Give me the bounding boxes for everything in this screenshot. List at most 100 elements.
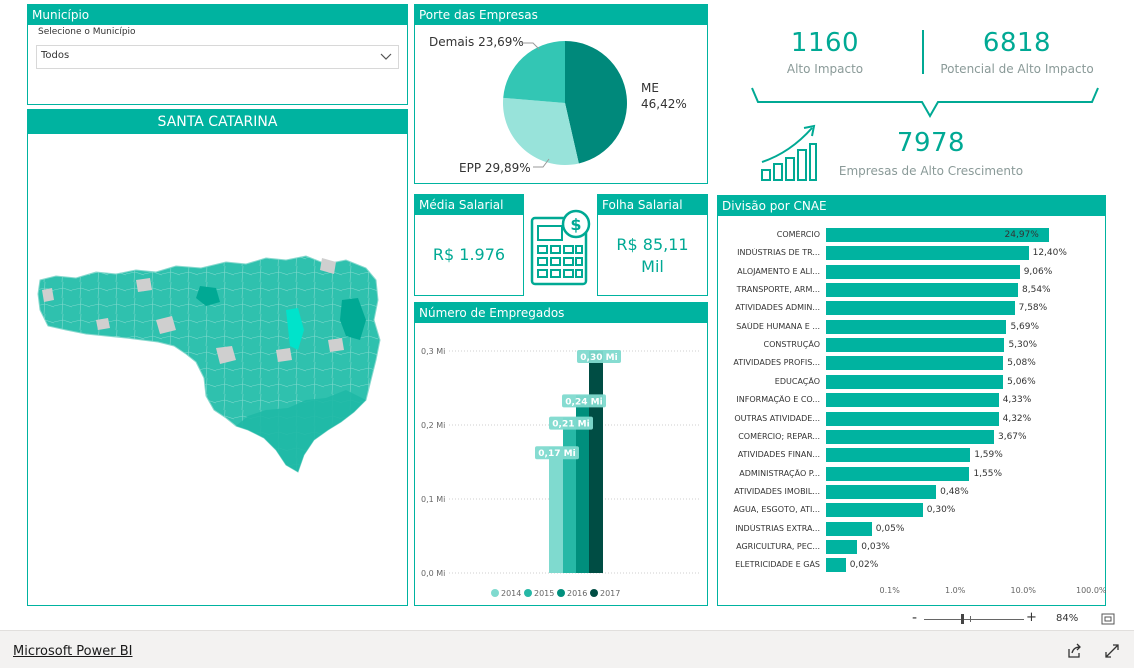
cnae-category-label: ÁGUA, ESGOTO, ATI... <box>733 505 820 515</box>
cnae-bar[interactable] <box>826 301 1015 316</box>
cnae-category-label: INDÚSTRIAS DE TR... <box>737 248 820 258</box>
legend-marker-2015 <box>524 589 532 597</box>
cnae-category-label: EDUCAÇÃO <box>774 376 820 386</box>
calculator-icon: $ <box>530 209 591 286</box>
cnae-category-label: OUTRAS ATIVIDADE... <box>734 413 820 423</box>
cnae-value-label: 0,48% <box>940 486 969 497</box>
cnae-bar[interactable] <box>826 319 1007 334</box>
cnae-bar[interactable] <box>826 484 937 499</box>
cnae-value-label: 0,30% <box>926 505 956 516</box>
cnae-category-label: AGRICULTURA, PEC... <box>736 541 820 551</box>
cnae-bar[interactable] <box>826 539 858 554</box>
cnae-bar[interactable] <box>826 338 1005 353</box>
cnae-xtick: 100.0% <box>1076 586 1107 595</box>
porte-pie-chart[interactable] <box>495 33 635 173</box>
pie-label-demais: Demais 23,69% <box>429 35 524 49</box>
cnae-value-label: 0,02% <box>849 560 879 571</box>
empregados-ytick: 0,2 Mi <box>421 421 445 430</box>
cnae-category-label: ATIVIDADES PROFIS... <box>733 358 820 368</box>
cnae-value-label: 5,30% <box>1008 340 1038 351</box>
cnae-xtick: 10.0% <box>1010 586 1036 595</box>
cnae-bar[interactable] <box>826 429 994 444</box>
cnae-panel: Divisão por CNAE COMÉRCIO 24,97% INDÚSTRIA… <box>717 195 1107 606</box>
cnae-category-label: ALOJAMENTO E ALI... <box>737 266 820 276</box>
zoom-slider-thumb[interactable] <box>961 614 964 624</box>
cnae-value-label: 5,06% <box>1007 376 1036 387</box>
cnae-category-label: ATIVIDADES IMOBIL... <box>734 486 820 496</box>
santa-catarina-map[interactable] <box>36 250 396 490</box>
cnae-bar[interactable] <box>826 503 923 518</box>
municipio-dropdown[interactable]: Todos <box>36 45 399 69</box>
zoom-level: 84% <box>1056 613 1079 624</box>
cnae-value-label: 8,54% <box>1022 285 1051 296</box>
chevron-down-icon <box>380 53 392 60</box>
cnae-value-label: 12,40% <box>1032 248 1067 259</box>
cnae-bar[interactable] <box>826 448 971 463</box>
cnae-category-label: ATIVIDADES FINAN... <box>737 450 820 460</box>
empregados-title: Número de Empregados <box>415 303 707 323</box>
empregados-bar-2015[interactable] <box>563 417 577 573</box>
cnae-value-label: 4,32% <box>1002 413 1032 424</box>
zoom-slider-tick <box>970 616 971 622</box>
kpi-potencial: 6818 Potencial de Alto Impacto <box>934 28 1100 76</box>
media-salarial-panel: Média Salarial R$ 1.976 <box>414 194 524 296</box>
cnae-bar[interactable] <box>826 264 1020 279</box>
cnae-xtick: 0.1% <box>879 586 900 595</box>
crescimento-value: 7978 <box>896 128 966 158</box>
svg-text:0,30 Mi: 0,30 Mi <box>580 353 617 363</box>
cnae-value-label: 0,05% <box>875 523 905 534</box>
cnae-category-label: ELETRICIDADE E GÁS <box>735 560 820 570</box>
cnae-bar[interactable] <box>826 411 999 426</box>
cnae-category-label: SAÚDE HUMANA E ... <box>736 321 820 331</box>
zoom-out-button[interactable]: - <box>912 610 917 626</box>
pie-label-epp: EPP 29,89% <box>459 161 531 175</box>
legend-label-2014[interactable]: 2014 <box>501 589 521 598</box>
legend-marker-2017 <box>590 589 598 597</box>
empregados-chart[interactable]: 0,3 Mi 0,2 Mi 0,1 Mi 0,0 Mi 0,17 Mi 0,21 Mi 0,… <box>415 325 707 605</box>
cnae-category-label: COMÉRCIO <box>776 230 820 239</box>
cnae-bar[interactable] <box>826 393 999 408</box>
potencial-label: Potencial de Alto Impacto <box>940 62 1094 76</box>
cnae-xtick: 1.0% <box>945 586 966 595</box>
pie-label-me-2: 46,42% <box>641 97 687 111</box>
legend-label-2016[interactable]: 2016 <box>567 589 587 598</box>
cnae-value-label: 3,67% <box>997 431 1027 442</box>
cnae-bar[interactable] <box>826 283 1018 298</box>
cnae-bar[interactable] <box>826 558 846 573</box>
cnae-category-label: INDÚSTRIAS EXTRA... <box>735 523 820 533</box>
municipio-title: Município <box>28 5 407 25</box>
zoom-in-button[interactable]: + <box>1026 610 1037 625</box>
cnae-bar[interactable] <box>826 246 1029 261</box>
fullscreen-icon[interactable] <box>1104 643 1120 659</box>
empregados-ytick: 0,3 Mi <box>421 347 445 356</box>
cnae-bar[interactable] <box>826 521 872 536</box>
legend-label-2017[interactable]: 2017 <box>600 589 620 598</box>
pie-label-me-1: ME <box>641 81 659 95</box>
legend-label-2015[interactable]: 2015 <box>534 589 554 598</box>
folha-salarial-value-1: R$ 85,11 <box>616 235 689 254</box>
powerbi-brand-link[interactable]: Microsoft Power BI <box>13 644 132 659</box>
cnae-bar[interactable] <box>826 374 1004 389</box>
map-panel: SANTA CATARINA <box>27 109 408 606</box>
svg-text:0,24 Mi: 0,24 Mi <box>565 397 602 407</box>
share-icon[interactable] <box>1066 643 1082 659</box>
cnae-bar[interactable] <box>826 356 1004 371</box>
fit-to-page-icon[interactable] <box>1101 613 1115 625</box>
cnae-bar[interactable] <box>826 466 970 481</box>
potencial-value: 6818 <box>982 28 1052 58</box>
empregados-data-label: 0,17 Mi <box>535 446 579 460</box>
municipio-selected: Todos <box>41 50 70 61</box>
municipio-panel: Município Selecione o Município Todos <box>27 4 408 105</box>
alto-impacto-label: Alto Impacto <box>786 62 864 76</box>
cnae-category-label: TRANSPORTE, ARM... <box>736 285 820 295</box>
legend-marker-2014 <box>491 589 499 597</box>
cnae-value-label: 0,03% <box>861 541 890 552</box>
cnae-value-label: 4,33% <box>1002 395 1032 406</box>
empregados-bar-2014[interactable] <box>549 447 563 573</box>
cnae-chart[interactable]: COMÉRCIO 24,97% INDÚSTRIAS DE TR... 12,40% A… <box>732 228 1107 598</box>
empregados-bar-2017[interactable] <box>589 351 603 573</box>
folha-salarial-value-2: Mil <box>641 257 664 276</box>
map-title: SANTA CATARINA <box>28 110 407 134</box>
zoom-slider-track[interactable] <box>924 619 1024 620</box>
municipio-label: Selecione o Município <box>38 27 136 37</box>
